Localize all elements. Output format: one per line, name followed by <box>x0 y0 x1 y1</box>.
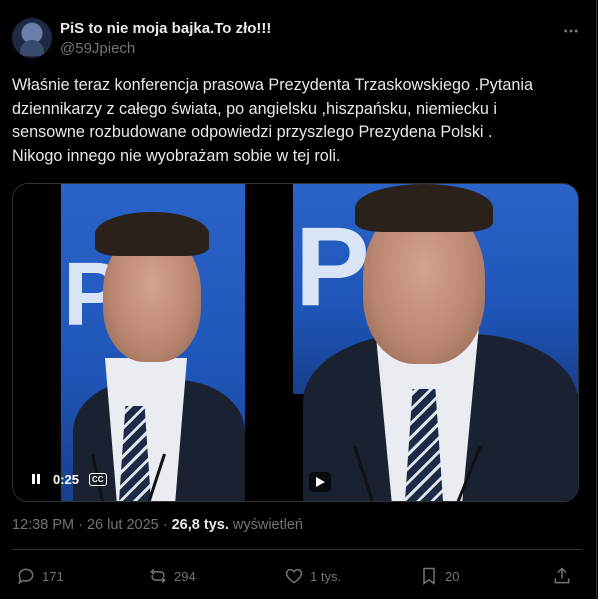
more-icon[interactable] <box>562 22 580 45</box>
share-icon <box>554 567 570 584</box>
author-name[interactable]: PiS to nie moja bajka.To zło!!! <box>60 20 271 37</box>
video-frame-right: PL <box>293 184 578 501</box>
repost-count: 294 <box>174 568 196 584</box>
reply-icon <box>18 568 34 585</box>
video-time: 0:25 <box>53 471 80 487</box>
play-icon[interactable] <box>309 472 331 492</box>
bookmark-button[interactable]: 20 <box>419 566 459 586</box>
video-frame-left: PL 0:25 CC <box>13 184 245 501</box>
timestamp[interactable]: 12:38 PM · 26 lut 2025 · <box>12 517 168 533</box>
pause-icon[interactable] <box>25 468 47 490</box>
repost-button[interactable]: 294 <box>148 566 196 586</box>
action-bar: 171 294 1 tys. 20 <box>12 566 582 588</box>
tweet-text: Właśnie teraz konferencja prasowa Prezyd… <box>12 76 533 165</box>
video-controls: 0:25 CC <box>25 468 107 490</box>
reply-count: 171 <box>42 568 64 584</box>
avatar[interactable] <box>12 18 52 58</box>
share-button[interactable] <box>552 566 572 586</box>
bookmark-icon <box>423 567 435 585</box>
divider <box>12 549 582 550</box>
views-count: 26,8 tys. <box>171 517 229 533</box>
repost-icon <box>150 568 166 584</box>
like-count: 1 tys. <box>310 568 342 584</box>
captions-button[interactable]: CC <box>89 472 107 486</box>
tweet[interactable]: PiS to nie moja bajka.To zło!!! @59Jpiec… <box>0 0 597 599</box>
author-handle[interactable]: @59Jpiech <box>60 40 135 57</box>
tweet-header: PiS to nie moja bajka.To zło!!! @59Jpiec… <box>12 18 584 62</box>
bookmark-count: 20 <box>445 568 460 584</box>
media-video[interactable]: PL 0:25 CC PL <box>12 183 579 502</box>
tweet-meta: 12:38 PM · 26 lut 2025 · 26,8 tys. wyświ… <box>12 517 303 533</box>
heart-icon <box>285 568 303 584</box>
views-label: wyświetleń <box>232 517 303 533</box>
reply-button[interactable]: 171 <box>16 566 64 586</box>
like-button[interactable]: 1 tys. <box>284 566 341 586</box>
